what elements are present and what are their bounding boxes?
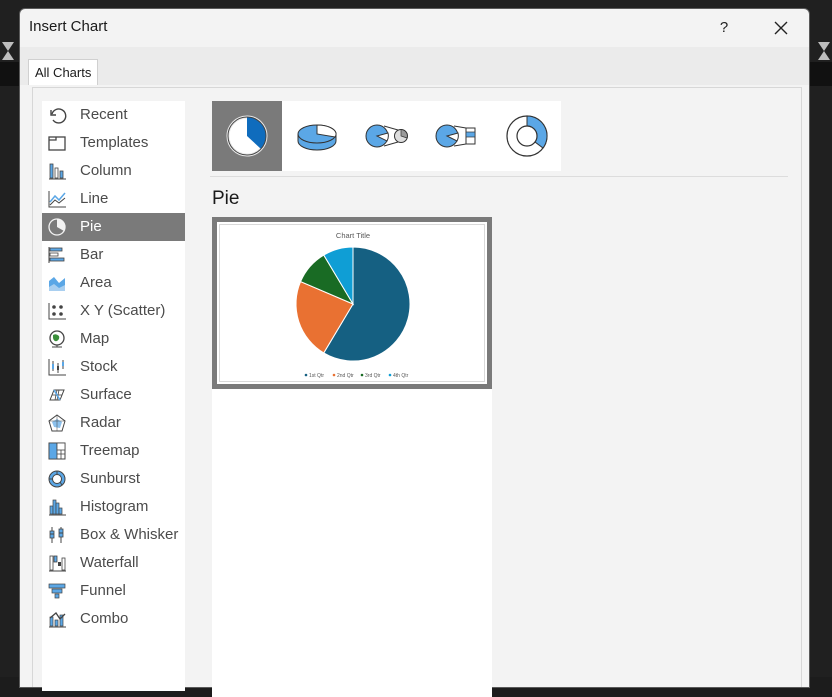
sunburst-chart-icon	[48, 470, 66, 488]
nav-item-recent[interactable]: Recent	[42, 101, 185, 129]
nav-item-bar[interactable]: Bar	[42, 241, 185, 269]
chart-subtype-pie-of-pie-subtype[interactable]	[352, 101, 422, 171]
column-chart-icon	[49, 163, 66, 180]
surface-chart-icon	[49, 389, 65, 401]
pie-chart-icon	[48, 218, 66, 236]
bar-chart-icon	[48, 247, 65, 263]
legend-label-1: 2nd Qtr	[337, 373, 354, 379]
nav-item-label: Recent	[80, 106, 128, 123]
templates-icon	[48, 136, 66, 151]
nav-item-line[interactable]: Line	[42, 185, 185, 213]
nav-item-funnel[interactable]: Funnel	[42, 577, 185, 605]
chart-legend: 1st Qtr 2nd Qtr 3rd Qtr 4th Qtr	[304, 373, 409, 379]
chart-preview[interactable]: Chart Title 1st Qtr 2nd Qtr 3rd Qtr 4th Qtr	[212, 217, 492, 389]
legend-label-3: 4th Qtr	[393, 373, 409, 379]
selected-type-title: Pie	[212, 188, 240, 209]
nav-item-label: Histogram	[80, 498, 149, 515]
legend-marker-2	[360, 373, 364, 377]
nav-item-x-y-scatter[interactable]: X Y (Scatter)	[42, 297, 185, 325]
nav-item-label: Line	[80, 190, 109, 207]
nav-item-label: Waterfall	[80, 554, 139, 571]
nav-item-sunburst[interactable]: Sunburst	[42, 465, 185, 493]
legend-label-0: 1st Qtr	[309, 373, 324, 379]
chart-options-panel: Pie Chart Title 1st Qtr 2nd Qtr 3rd Qtr 4th…	[210, 101, 788, 697]
funnel-chart-icon	[48, 583, 66, 599]
chart-preview-inner: Chart Title 1st Qtr 2nd Qtr 3rd Qtr 4th Qtr	[219, 224, 485, 382]
combo-chart-icon	[49, 612, 66, 628]
treemap-chart-icon	[48, 442, 66, 460]
nav-item-surface[interactable]: Surface	[42, 381, 185, 409]
nav-item-column[interactable]: Column	[42, 157, 185, 185]
nav-item-templates[interactable]: Templates	[42, 129, 185, 157]
nav-item-waterfall[interactable]: Waterfall	[42, 549, 185, 577]
nav-item-stock[interactable]: Stock	[42, 353, 185, 381]
help-button[interactable]: ?	[709, 13, 739, 43]
box-whisker-chart-icon	[49, 527, 64, 543]
nav-item-label: Pie	[80, 218, 102, 235]
scatter-chart-icon	[48, 303, 66, 320]
pie-subtype-icon	[226, 115, 268, 157]
tab-strip: All Charts	[20, 47, 809, 85]
recent-icon	[50, 108, 67, 124]
preview-pane: Chart Title 1st Qtr 2nd Qtr 3rd Qtr 4th Qtr	[212, 217, 492, 697]
close-button[interactable]	[766, 13, 796, 43]
nav-item-pie[interactable]: Pie	[42, 213, 185, 241]
nav-item-treemap[interactable]: Treemap	[42, 437, 185, 465]
gallery-divider	[210, 176, 788, 177]
chart-subtype-gallery	[212, 101, 561, 171]
nav-item-radar[interactable]: Radar	[42, 409, 185, 437]
nav-item-box-whisker[interactable]: Box & Whisker	[42, 521, 185, 549]
map-chart-icon	[49, 330, 65, 348]
chart-subtype-3d-pie-subtype[interactable]	[282, 101, 352, 171]
nav-item-label: X Y (Scatter)	[80, 302, 166, 319]
chart-title: Chart Title	[336, 231, 370, 240]
nav-item-label: Column	[80, 162, 132, 179]
dialog-titlebar: Insert Chart ?	[20, 9, 809, 47]
close-icon	[774, 21, 788, 35]
legend-marker-3	[388, 373, 392, 377]
area-chart-icon	[49, 277, 65, 291]
radar-chart-icon	[48, 414, 66, 432]
bar-of-pie-subtype-icon	[435, 124, 476, 148]
doughnut-subtype-icon	[506, 115, 548, 157]
chart-subtype-doughnut-subtype[interactable]	[492, 101, 562, 171]
nav-item-area[interactable]: Area	[42, 269, 185, 297]
legend-marker-0	[304, 373, 308, 377]
dialog-title: Insert Chart	[29, 18, 108, 35]
nav-item-label: Templates	[80, 134, 149, 151]
nav-item-label: Surface	[80, 386, 132, 403]
pie-chart: Chart Title 1st Qtr 2nd Qtr 3rd Qtr 4th Qtr	[295, 231, 411, 379]
nav-item-label: Area	[80, 274, 112, 291]
pie-of-pie-subtype-icon	[365, 124, 408, 148]
line-chart-icon	[48, 191, 66, 208]
stock-chart-icon	[48, 359, 66, 376]
nav-item-histogram[interactable]: Histogram	[42, 493, 185, 521]
tab-all-charts[interactable]: All Charts	[28, 59, 99, 85]
legend-label-2: 3rd Qtr	[365, 373, 381, 379]
background-hourglass-icon	[2, 42, 14, 60]
3d-pie-subtype-icon	[297, 124, 337, 151]
nav-item-label: Funnel	[80, 582, 126, 599]
nav-item-map[interactable]: Map	[42, 325, 185, 353]
legend-marker-1	[332, 373, 336, 377]
pie-slices	[295, 246, 411, 362]
nav-item-label: Box & Whisker	[80, 526, 179, 543]
histogram-chart-icon	[49, 499, 66, 516]
nav-item-label: Combo	[80, 610, 129, 627]
insert-chart-dialog: Insert Chart ? All Charts Recent Template…	[19, 8, 810, 697]
nav-item-label: Sunburst	[80, 470, 141, 487]
background-hourglass-icon-right	[818, 42, 830, 60]
chart-subtype-bar-of-pie-subtype[interactable]	[422, 101, 492, 171]
nav-item-label: Map	[80, 330, 110, 347]
chart-type-list: Recent Templates Column Line Pie Bar Area X Y (…	[42, 101, 185, 691]
nav-item-label: Stock	[80, 358, 118, 375]
nav-item-label: Bar	[80, 246, 104, 263]
nav-item-label: Radar	[80, 414, 121, 431]
waterfall-chart-icon	[49, 555, 66, 572]
chart-subtype-pie-subtype[interactable]	[212, 101, 282, 171]
nav-item-combo[interactable]: Combo	[42, 605, 185, 633]
nav-item-label: Treemap	[80, 442, 140, 459]
dialog-content: Recent Templates Column Line Pie Bar Area X Y (…	[32, 87, 802, 697]
